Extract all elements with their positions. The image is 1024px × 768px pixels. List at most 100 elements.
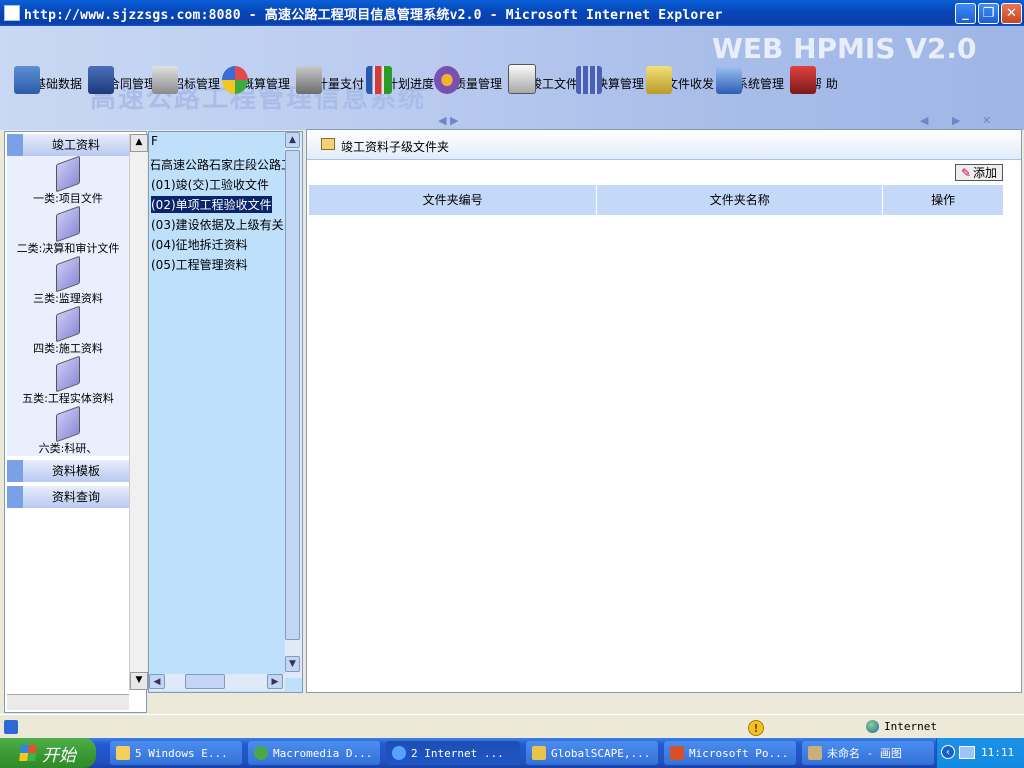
globalscape-icon xyxy=(532,746,546,760)
column-header-folder-name[interactable]: 文件夹名称 xyxy=(597,185,884,215)
category-label: 五类:工程实体资料 xyxy=(22,392,114,405)
folder-icon xyxy=(116,746,130,760)
toolbar-item-settlement[interactable]: 决算管理 xyxy=(576,54,644,94)
system-tray: ‹ 11:11 xyxy=(936,738,1024,768)
back-arrow-icon[interactable]: ◀ xyxy=(920,114,928,127)
minimize-button[interactable]: _ xyxy=(955,3,976,24)
payment-icon xyxy=(296,66,322,94)
task-label: Macromedia D... xyxy=(273,746,373,760)
toolbar-label: 质量管理 xyxy=(454,77,503,91)
completion-docs-icon xyxy=(508,64,536,94)
category-item[interactable]: 六类:科研、 xyxy=(7,405,129,456)
scroll-down-button[interactable]: ▼ xyxy=(285,656,300,672)
folder-tree-panel: F 石高速公路石家庄段公路工 (01)竣(交)工验收文件 (02)单项工程验收文… xyxy=(148,131,303,693)
windows-taskbar: 开始 5 Windows E... Macromedia D... 2 Inte… xyxy=(0,738,1024,768)
security-zone: Internet xyxy=(866,720,937,733)
category-item[interactable]: 三类:监理资料 xyxy=(7,255,129,306)
toolbar-label: 系统管理 xyxy=(736,77,785,91)
tree-horizontal-scrollbar[interactable]: ◀ ▶ xyxy=(149,674,285,691)
tree-node[interactable]: (04)征地拆迁资料 xyxy=(151,236,248,253)
mail-docs-icon xyxy=(646,66,672,94)
restore-button[interactable]: ❐ xyxy=(978,3,999,24)
scroll-up-button[interactable]: ▲ xyxy=(285,132,300,148)
category-item[interactable]: 四类:施工资料 xyxy=(7,305,129,356)
taskbar-button-globalscape[interactable]: GlobalSCAPE,... xyxy=(526,741,658,765)
ie-icon xyxy=(392,746,406,760)
window-title: http://www.sjzzsgs.com:8080 - 高速公路工程项目信息… xyxy=(24,8,723,23)
taskbar-button-explorer[interactable]: 5 Windows E... xyxy=(110,741,242,765)
toolbar-item-payment[interactable]: 计量支付 xyxy=(296,54,364,94)
macromedia-icon xyxy=(254,746,268,760)
clock[interactable]: 11:11 xyxy=(981,746,1014,759)
add-button[interactable]: ✎ 添加 xyxy=(955,164,1003,181)
toolbar-label: 竣工文件 xyxy=(530,77,579,91)
toolbar-item-quality[interactable]: 质量管理 xyxy=(434,54,502,94)
page-title: 竣工资料子级文件夹 xyxy=(341,140,450,154)
toolbar-item-mail[interactable]: 文件收发 xyxy=(646,54,714,94)
tree-node-selected[interactable]: (02)单项工程验收文件 xyxy=(151,196,272,213)
start-button[interactable]: 开始 xyxy=(0,738,96,768)
folder-table-header: 文件夹编号 文件夹名称 操作 xyxy=(309,185,1003,215)
close-panel-icon[interactable]: ✕ xyxy=(982,114,991,127)
scroll-thumb[interactable] xyxy=(185,674,225,689)
scroll-right-button[interactable]: ▶ xyxy=(267,674,283,689)
browser-status-bar: ! Internet xyxy=(0,714,1024,738)
category-item[interactable]: 一类:项目文件 xyxy=(7,156,129,206)
folder-icon xyxy=(321,138,335,150)
category-item[interactable]: 二类:决算和审计文件 xyxy=(7,205,129,256)
section-header-templates[interactable]: 资料模板 xyxy=(7,460,129,482)
scroll-down-button[interactable]: ▼ xyxy=(130,672,148,690)
paint-icon xyxy=(808,746,822,760)
toolbar-item-schedule[interactable]: 计划进度 xyxy=(366,54,434,94)
start-label: 开始 xyxy=(42,745,76,766)
taskbar-button-internet-explorer[interactable]: 2 Internet ... xyxy=(386,741,520,765)
category-item[interactable]: 五类:工程实体资料 xyxy=(7,355,129,406)
scroll-thumb[interactable] xyxy=(285,150,300,640)
toolbar-label: 计量支付 xyxy=(316,77,365,91)
warning-icon[interactable]: ! xyxy=(748,720,764,736)
section-header-query[interactable]: 资料查询 xyxy=(7,486,129,508)
internet-globe-icon xyxy=(866,720,879,733)
book-icon xyxy=(56,355,80,393)
category-label: 一类:项目文件 xyxy=(33,192,103,205)
tree-node[interactable]: (03)建设依据及上级有关 xyxy=(151,216,284,233)
column-header-actions[interactable]: 操作 xyxy=(883,185,1003,215)
left-vertical-scrollbar[interactable]: ▲ ▼ xyxy=(129,134,148,690)
taskbar-button-dreamweaver[interactable]: Macromedia D... xyxy=(248,741,380,765)
tree-root-node[interactable]: 石高速公路石家庄段公路工 xyxy=(151,156,285,173)
column-header-folder-number[interactable]: 文件夹编号 xyxy=(309,185,598,215)
toolbar-item-contract[interactable]: 合同管理 xyxy=(88,54,156,94)
toolbar-item-basic-data[interactable]: 基础数据 xyxy=(14,54,82,94)
scroll-left-button[interactable]: ◀ xyxy=(149,674,165,689)
category-label: 三类:监理资料 xyxy=(33,292,103,305)
toolbar-item-help[interactable]: 帮 助 xyxy=(790,54,838,94)
toolbar-label: 招标管理 xyxy=(172,77,221,91)
show-hidden-icons-chevron-icon[interactable]: ‹ xyxy=(941,745,955,759)
task-label: 5 Windows E... xyxy=(135,746,228,760)
book-icon xyxy=(56,305,80,343)
pencil-icon: ✎ xyxy=(960,165,972,180)
bidding-icon xyxy=(152,66,178,94)
forward-arrow-icon[interactable]: ▶ xyxy=(952,114,960,127)
taskbar-button-paint[interactable]: 未命名 - 画图 xyxy=(802,741,934,765)
toolbar-item-bidding[interactable]: 招标管理 xyxy=(152,54,220,94)
toolbar-item-system[interactable]: 系统管理 xyxy=(716,54,784,94)
section-header-completion[interactable]: 竣工资料 xyxy=(7,134,129,156)
tree-vertical-scrollbar[interactable]: ▲ ▼ xyxy=(285,132,302,678)
close-button[interactable]: ✕ xyxy=(1001,3,1022,24)
window-title-bar[interactable]: http://www.sjzzsgs.com:8080 - 高速公路工程项目信息… xyxy=(0,0,1024,26)
tree-node[interactable]: (01)竣(交)工验收文件 xyxy=(151,176,269,193)
completion-category-list: 一类:项目文件 二类:决算和审计文件 三类:监理资料 四类:施工资料 五类:工程… xyxy=(7,156,129,456)
tree-node[interactable]: (05)工程管理资料 xyxy=(151,256,248,273)
toolbar-label: 基础数据 xyxy=(34,77,83,91)
network-icon[interactable] xyxy=(959,746,975,759)
collapse-arrows-icon[interactable]: ◀ ▶ xyxy=(438,114,458,127)
book-icon xyxy=(56,405,80,443)
left-horizontal-scrollbar[interactable] xyxy=(7,694,129,710)
add-button-label: 添加 xyxy=(973,166,998,180)
help-icon xyxy=(790,66,816,94)
toolbar-item-completion[interactable]: 竣工文件 xyxy=(508,54,578,94)
taskbar-button-powerpoint[interactable]: Microsoft Po... xyxy=(664,741,796,765)
toolbar-item-estimate[interactable]: 概算管理 xyxy=(222,54,290,94)
scroll-up-button[interactable]: ▲ xyxy=(130,134,148,152)
